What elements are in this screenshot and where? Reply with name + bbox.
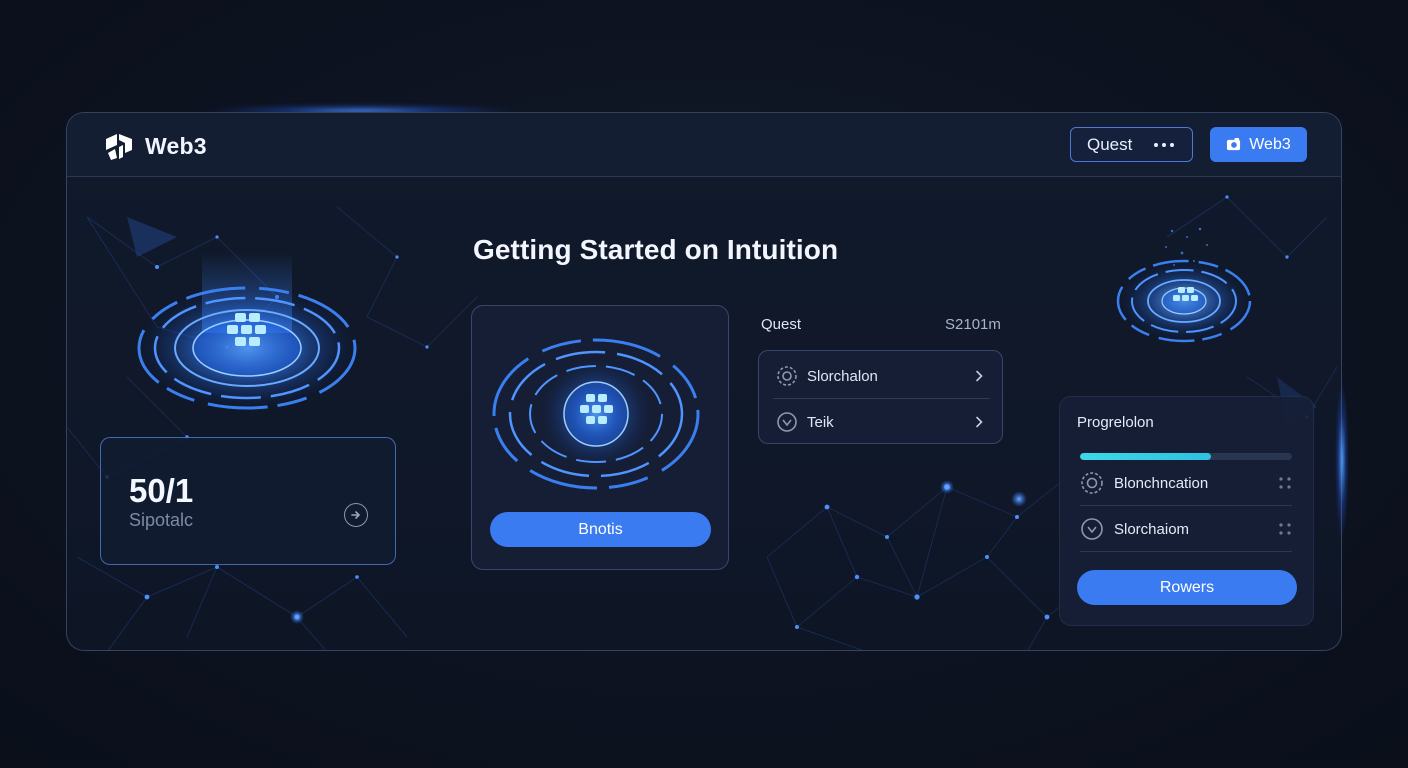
web3-button-label: Web3 bbox=[1249, 135, 1291, 153]
brand[interactable]: Web3 bbox=[103, 131, 207, 161]
drag-handle-icon[interactable] bbox=[1278, 476, 1292, 490]
divider bbox=[1080, 505, 1292, 506]
progress-item[interactable]: Blonchncation bbox=[1080, 461, 1292, 505]
progress-item[interactable]: Slorchaiom bbox=[1080, 507, 1292, 551]
progress-action-button[interactable]: Rowers bbox=[1077, 570, 1297, 605]
progress-item-label: Blonchncation bbox=[1114, 474, 1209, 492]
progress-fill bbox=[1080, 453, 1212, 460]
progress-title: Progrelolon bbox=[1077, 414, 1154, 431]
gear-icon bbox=[1081, 472, 1103, 494]
quest-item-label: Slorchalon bbox=[807, 367, 878, 385]
quest-button[interactable]: Quest bbox=[1070, 127, 1193, 162]
gear-icon bbox=[777, 366, 797, 386]
quest-item[interactable]: Teik bbox=[759, 399, 1002, 445]
blockchain-cube-icon bbox=[492, 338, 700, 490]
arrow-circle-icon[interactable] bbox=[344, 503, 368, 527]
quest-button-label: Quest bbox=[1087, 134, 1133, 154]
progress-bar bbox=[1080, 453, 1292, 460]
web3-wallet-button[interactable]: Web3 bbox=[1210, 127, 1307, 162]
app-window: Web3 Quest Web3 Getting Started on Intui… bbox=[66, 112, 1342, 651]
drag-handle-icon[interactable] bbox=[1278, 522, 1292, 536]
page-title: Getting Started on Intuition bbox=[473, 234, 839, 265]
quest-item[interactable]: Slorchalon bbox=[759, 353, 1002, 399]
quest-item-label: Teik bbox=[807, 413, 834, 431]
web3-logo-icon bbox=[106, 134, 132, 160]
progress-item-label: Slorchaiom bbox=[1114, 520, 1190, 538]
chevron-right-icon bbox=[976, 416, 983, 428]
stat-label: Sipotalc bbox=[129, 510, 194, 530]
quest-list: Slorchalon Teik bbox=[758, 350, 1003, 444]
quest-meta: S2101m bbox=[945, 316, 1001, 333]
right-light-glow bbox=[1335, 380, 1349, 540]
center-card: Bnotis bbox=[471, 305, 729, 570]
progress-panel: Progrelolon Blonchncation Slorchaiom Row… bbox=[1059, 396, 1314, 626]
blockchain-hologram-right bbox=[1116, 227, 1252, 343]
top-bar: Web3 Quest Web3 bbox=[67, 113, 1341, 177]
blockchain-hologram-left bbox=[137, 253, 357, 410]
center-action-button[interactable]: Bnotis bbox=[490, 512, 711, 547]
quest-header: Quest bbox=[761, 316, 802, 333]
divider bbox=[1080, 551, 1292, 552]
shield-icon bbox=[1081, 518, 1103, 540]
more-dots-icon[interactable] bbox=[1154, 142, 1175, 147]
stat-card[interactable]: 50/1 Sipotalc bbox=[100, 437, 396, 565]
wallet-icon bbox=[1227, 137, 1241, 151]
shield-icon bbox=[777, 412, 797, 432]
chevron-right-icon bbox=[976, 370, 983, 382]
stat-value: 50/1 bbox=[129, 472, 194, 509]
brand-name: Web3 bbox=[145, 132, 207, 159]
